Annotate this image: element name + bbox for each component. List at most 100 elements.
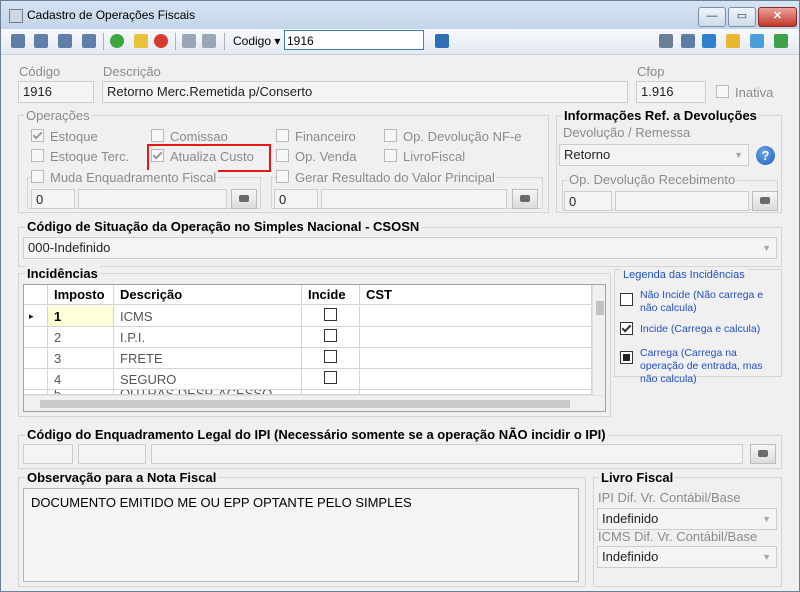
last-record-icon[interactable] <box>82 34 96 48</box>
table-cell-cst[interactable] <box>360 348 592 369</box>
table-cell-cst[interactable] <box>360 306 592 327</box>
save-icon[interactable] <box>182 34 196 48</box>
undo-icon[interactable] <box>202 34 216 48</box>
incide-swatch <box>620 322 633 335</box>
note-icon[interactable] <box>726 34 740 48</box>
muda-enquadramento-checkbox[interactable]: Muda Enquadramento Fiscal <box>31 170 219 185</box>
vertical-scrollbar[interactable] <box>592 285 605 395</box>
table-cell-incide[interactable] <box>302 327 360 348</box>
comissao-label: Comissao <box>170 129 228 144</box>
icms-dif-select[interactable]: Indefinido ▼ <box>597 546 777 568</box>
incide-checkbox[interactable] <box>324 371 337 384</box>
comissao-checkbox[interactable]: Comissao <box>151 129 228 144</box>
attachment-icon[interactable] <box>750 34 764 48</box>
column-header-cst[interactable]: CST <box>360 285 592 305</box>
table-cell-imposto[interactable]: 2 <box>48 327 114 348</box>
incide-checkbox[interactable] <box>324 308 337 321</box>
legenda-incide: Incide (Carrega e calcula) <box>640 323 761 335</box>
table-cell-cst[interactable] <box>360 327 592 348</box>
descricao-field[interactable]: Retorno Merc.Remetida p/Conserto <box>102 81 628 103</box>
muda-enquadramento-desc[interactable] <box>78 189 227 209</box>
op-venda-checkbox[interactable]: Op. Venda <box>276 149 356 164</box>
cfop-field[interactable]: 1.916 <box>636 81 706 103</box>
observacao-title: Observação para a Nota Fiscal <box>25 470 219 485</box>
search-lookup-icon[interactable] <box>750 444 776 464</box>
financeiro-checkbox[interactable]: Financeiro <box>276 129 356 144</box>
app-icon <box>9 9 23 23</box>
ipi-code-2[interactable] <box>78 444 146 464</box>
edit-icon[interactable] <box>134 34 148 48</box>
column-header-descricao[interactable]: Descrição <box>114 285 302 305</box>
incidencias-title: Incidências <box>25 266 100 281</box>
add-icon[interactable] <box>110 34 124 48</box>
help-icon[interactable]: ? <box>756 146 775 165</box>
table-cell-incide[interactable] <box>302 306 360 327</box>
table-cell-descricao[interactable]: ICMS <box>114 306 302 327</box>
checkbox-box <box>716 85 729 98</box>
incidencias-grid: Imposto Descrição Incide CST ▸ 1 ICMS 2 … <box>23 284 606 412</box>
table-cell-imposto[interactable]: 3 <box>48 348 114 369</box>
toolbar-separator <box>224 33 225 50</box>
horizontal-scrollbar[interactable] <box>24 395 605 411</box>
export-icon[interactable] <box>774 34 788 48</box>
gerar-resultado-code[interactable]: 0 <box>274 189 318 209</box>
delete-icon[interactable] <box>154 34 168 48</box>
devolucao-remessa-select[interactable]: Retorno ▼ <box>559 144 749 166</box>
csosn-select[interactable]: 000-Indefinido ▼ <box>23 237 777 259</box>
search-go-icon[interactable] <box>435 34 449 48</box>
gerar-resultado-desc[interactable] <box>321 189 507 209</box>
table-cell-descricao[interactable]: SEGURO <box>114 369 302 390</box>
livrofiscal-checkbox[interactable]: LivroFiscal <box>384 149 465 164</box>
gerar-resultado-checkbox[interactable]: Gerar Resultado do Valor Principal <box>276 170 497 185</box>
checkbox-box <box>151 129 164 142</box>
op-devolucao-nfe-checkbox[interactable]: Op. Devolução NF-e <box>384 129 522 144</box>
estoque-terc-checkbox[interactable]: Estoque Terc. <box>31 149 129 164</box>
search-input[interactable]: 1916 <box>284 30 424 50</box>
column-header-imposto[interactable]: Imposto <box>48 285 114 305</box>
next-record-icon[interactable] <box>58 34 72 48</box>
report-icon[interactable] <box>659 34 673 48</box>
gerar-resultado-label: Gerar Resultado do Valor Principal <box>295 170 495 185</box>
scrollbar-thumb[interactable] <box>596 301 604 315</box>
first-record-icon[interactable] <box>11 34 25 48</box>
close-button[interactable]: ✕ <box>758 7 797 27</box>
refresh-icon[interactable] <box>702 34 716 48</box>
ipi-desc[interactable] <box>151 444 743 464</box>
codigo-field[interactable]: 1916 <box>18 81 94 103</box>
row-header <box>24 348 48 369</box>
search-lookup-icon[interactable] <box>512 189 538 209</box>
muda-enquadramento-code[interactable]: 0 <box>31 189 75 209</box>
chevron-down-icon: ▼ <box>762 552 771 562</box>
observacao-textarea[interactable]: DOCUMENTO EMITIDO ME OU EPP OPTANTE PELO… <box>23 488 579 582</box>
search-field-dropdown[interactable]: Codigo ▾ <box>233 34 280 48</box>
ipi-title: Código do Enquadramento Legal do IPI (Ne… <box>25 427 608 442</box>
scrollbar-thumb[interactable] <box>40 400 570 408</box>
estoque-checkbox[interactable]: Estoque <box>31 129 98 144</box>
table-cell-cst[interactable] <box>360 369 592 390</box>
devolucao-recebimento-code[interactable]: 0 <box>564 191 612 211</box>
previous-record-icon[interactable] <box>34 34 48 48</box>
table-cell-descricao[interactable]: FRETE <box>114 348 302 369</box>
table-cell-descricao[interactable]: I.P.I. <box>114 327 302 348</box>
estoque-label: Estoque <box>50 129 98 144</box>
table-cell-incide[interactable] <box>302 369 360 390</box>
csosn-title: Código de Situação da Operação no Simple… <box>25 219 422 234</box>
ipi-dif-select[interactable]: Indefinido ▼ <box>597 508 777 530</box>
ipi-code-1[interactable] <box>23 444 73 464</box>
table-cell-imposto[interactable]: 1 <box>48 306 114 327</box>
devolucao-recebimento-desc[interactable] <box>615 191 749 211</box>
incide-checkbox[interactable] <box>324 350 337 363</box>
settings-icon[interactable] <box>681 34 695 48</box>
minimize-button[interactable]: — <box>698 7 726 27</box>
ipi-dif-label: IPI Dif. Vr. Contábil/Base <box>598 490 741 505</box>
column-header-incide[interactable]: Incide <box>302 285 360 305</box>
table-cell-imposto[interactable]: 4 <box>48 369 114 390</box>
inativa-checkbox[interactable]: Inativa <box>716 85 773 100</box>
checkbox-box <box>276 170 289 183</box>
search-lookup-icon[interactable] <box>752 191 778 211</box>
devolucao-remessa-value: Retorno <box>564 147 611 162</box>
table-cell-incide[interactable] <box>302 348 360 369</box>
incide-checkbox[interactable] <box>324 329 337 342</box>
maximize-button[interactable]: ▭ <box>728 7 756 27</box>
search-lookup-icon[interactable] <box>231 189 257 209</box>
